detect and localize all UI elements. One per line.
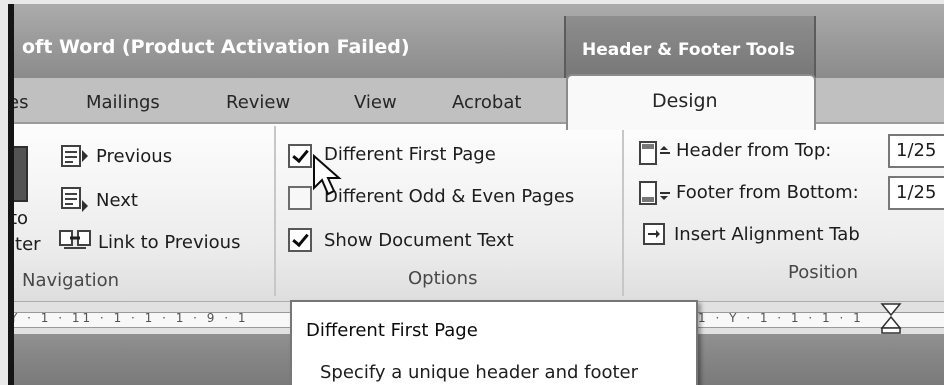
tab-design[interactable]: Design xyxy=(566,74,816,130)
tab-review[interactable]: Review xyxy=(226,92,290,113)
position-group-label: Position xyxy=(788,262,859,283)
window-title: oft Word (Product Activation Failed) xyxy=(22,36,410,58)
contextual-tab-label: Header & Footer Tools xyxy=(582,40,795,60)
insert-alignment-tab-button[interactable]: Insert Alignment Tab xyxy=(674,224,860,245)
previous-icon[interactable] xyxy=(60,144,90,170)
go-to-footer-icon[interactable] xyxy=(8,146,28,202)
header-from-top-icon xyxy=(639,141,670,165)
different-odd-even-label[interactable]: Different Odd & Even Pages xyxy=(324,186,574,207)
tooltip-different-first-page: Different First Page Specify a unique he… xyxy=(290,300,698,385)
ruler-numbers-right: 1 · Y · 1 · 1 · 1 · 1 xyxy=(698,311,864,325)
ruler-numbers-left: Y · 1 · 11 · 1 · 1 · 1 · 9 · 1 xyxy=(10,311,249,325)
tooltip-title: Different First Page xyxy=(306,320,478,341)
next-button[interactable]: Next xyxy=(96,190,138,211)
go-to-footer-label-line2[interactable]: oter xyxy=(8,234,41,255)
different-first-page-label[interactable]: Different First Page xyxy=(324,144,496,165)
tab-view[interactable]: View xyxy=(354,92,397,113)
indent-marker-icon[interactable] xyxy=(880,302,902,334)
tooltip-description: Specify a unique header and footer xyxy=(320,362,639,383)
tab-references-partial[interactable]: es xyxy=(8,92,28,113)
different-odd-even-checkbox[interactable] xyxy=(288,186,312,210)
link-to-previous-icon[interactable] xyxy=(58,228,94,254)
go-to-footer-label-line1[interactable]: to xyxy=(10,208,28,229)
tab-acrobat[interactable]: Acrobat xyxy=(452,92,521,113)
mouse-cursor-icon xyxy=(313,154,342,196)
different-first-page-checkbox[interactable] xyxy=(288,144,312,168)
footer-from-bottom-value: 1/25 xyxy=(896,182,937,203)
header-from-top-value: 1/25 xyxy=(896,140,937,161)
tab-mailings[interactable]: Mailings xyxy=(86,92,160,113)
word-window: oft Word (Product Activation Failed) Hea… xyxy=(8,4,944,385)
show-document-text-label[interactable]: Show Document Text xyxy=(324,230,514,251)
footer-from-bottom-input[interactable]: 1/25 xyxy=(888,176,944,210)
link-to-previous-button[interactable]: Link to Previous xyxy=(98,232,240,253)
show-document-text-checkbox[interactable] xyxy=(288,228,312,252)
footer-from-bottom-icon xyxy=(639,181,670,205)
tab-design-label: Design xyxy=(652,90,718,112)
insert-alignment-tab-icon[interactable] xyxy=(642,222,668,248)
options-group-label: Options xyxy=(408,268,478,289)
header-from-top-input[interactable]: 1/25 xyxy=(888,134,944,168)
next-icon[interactable] xyxy=(60,186,90,212)
footer-from-bottom-label: Footer from Bottom: xyxy=(676,182,859,203)
header-from-top-label: Header from Top: xyxy=(676,140,832,161)
previous-button[interactable]: Previous xyxy=(96,146,172,167)
navigation-group-label: Navigation xyxy=(22,270,120,291)
contextual-tab-header-footer-tools: Header & Footer Tools xyxy=(564,16,816,78)
group-separator xyxy=(274,126,276,296)
group-separator xyxy=(622,126,624,296)
